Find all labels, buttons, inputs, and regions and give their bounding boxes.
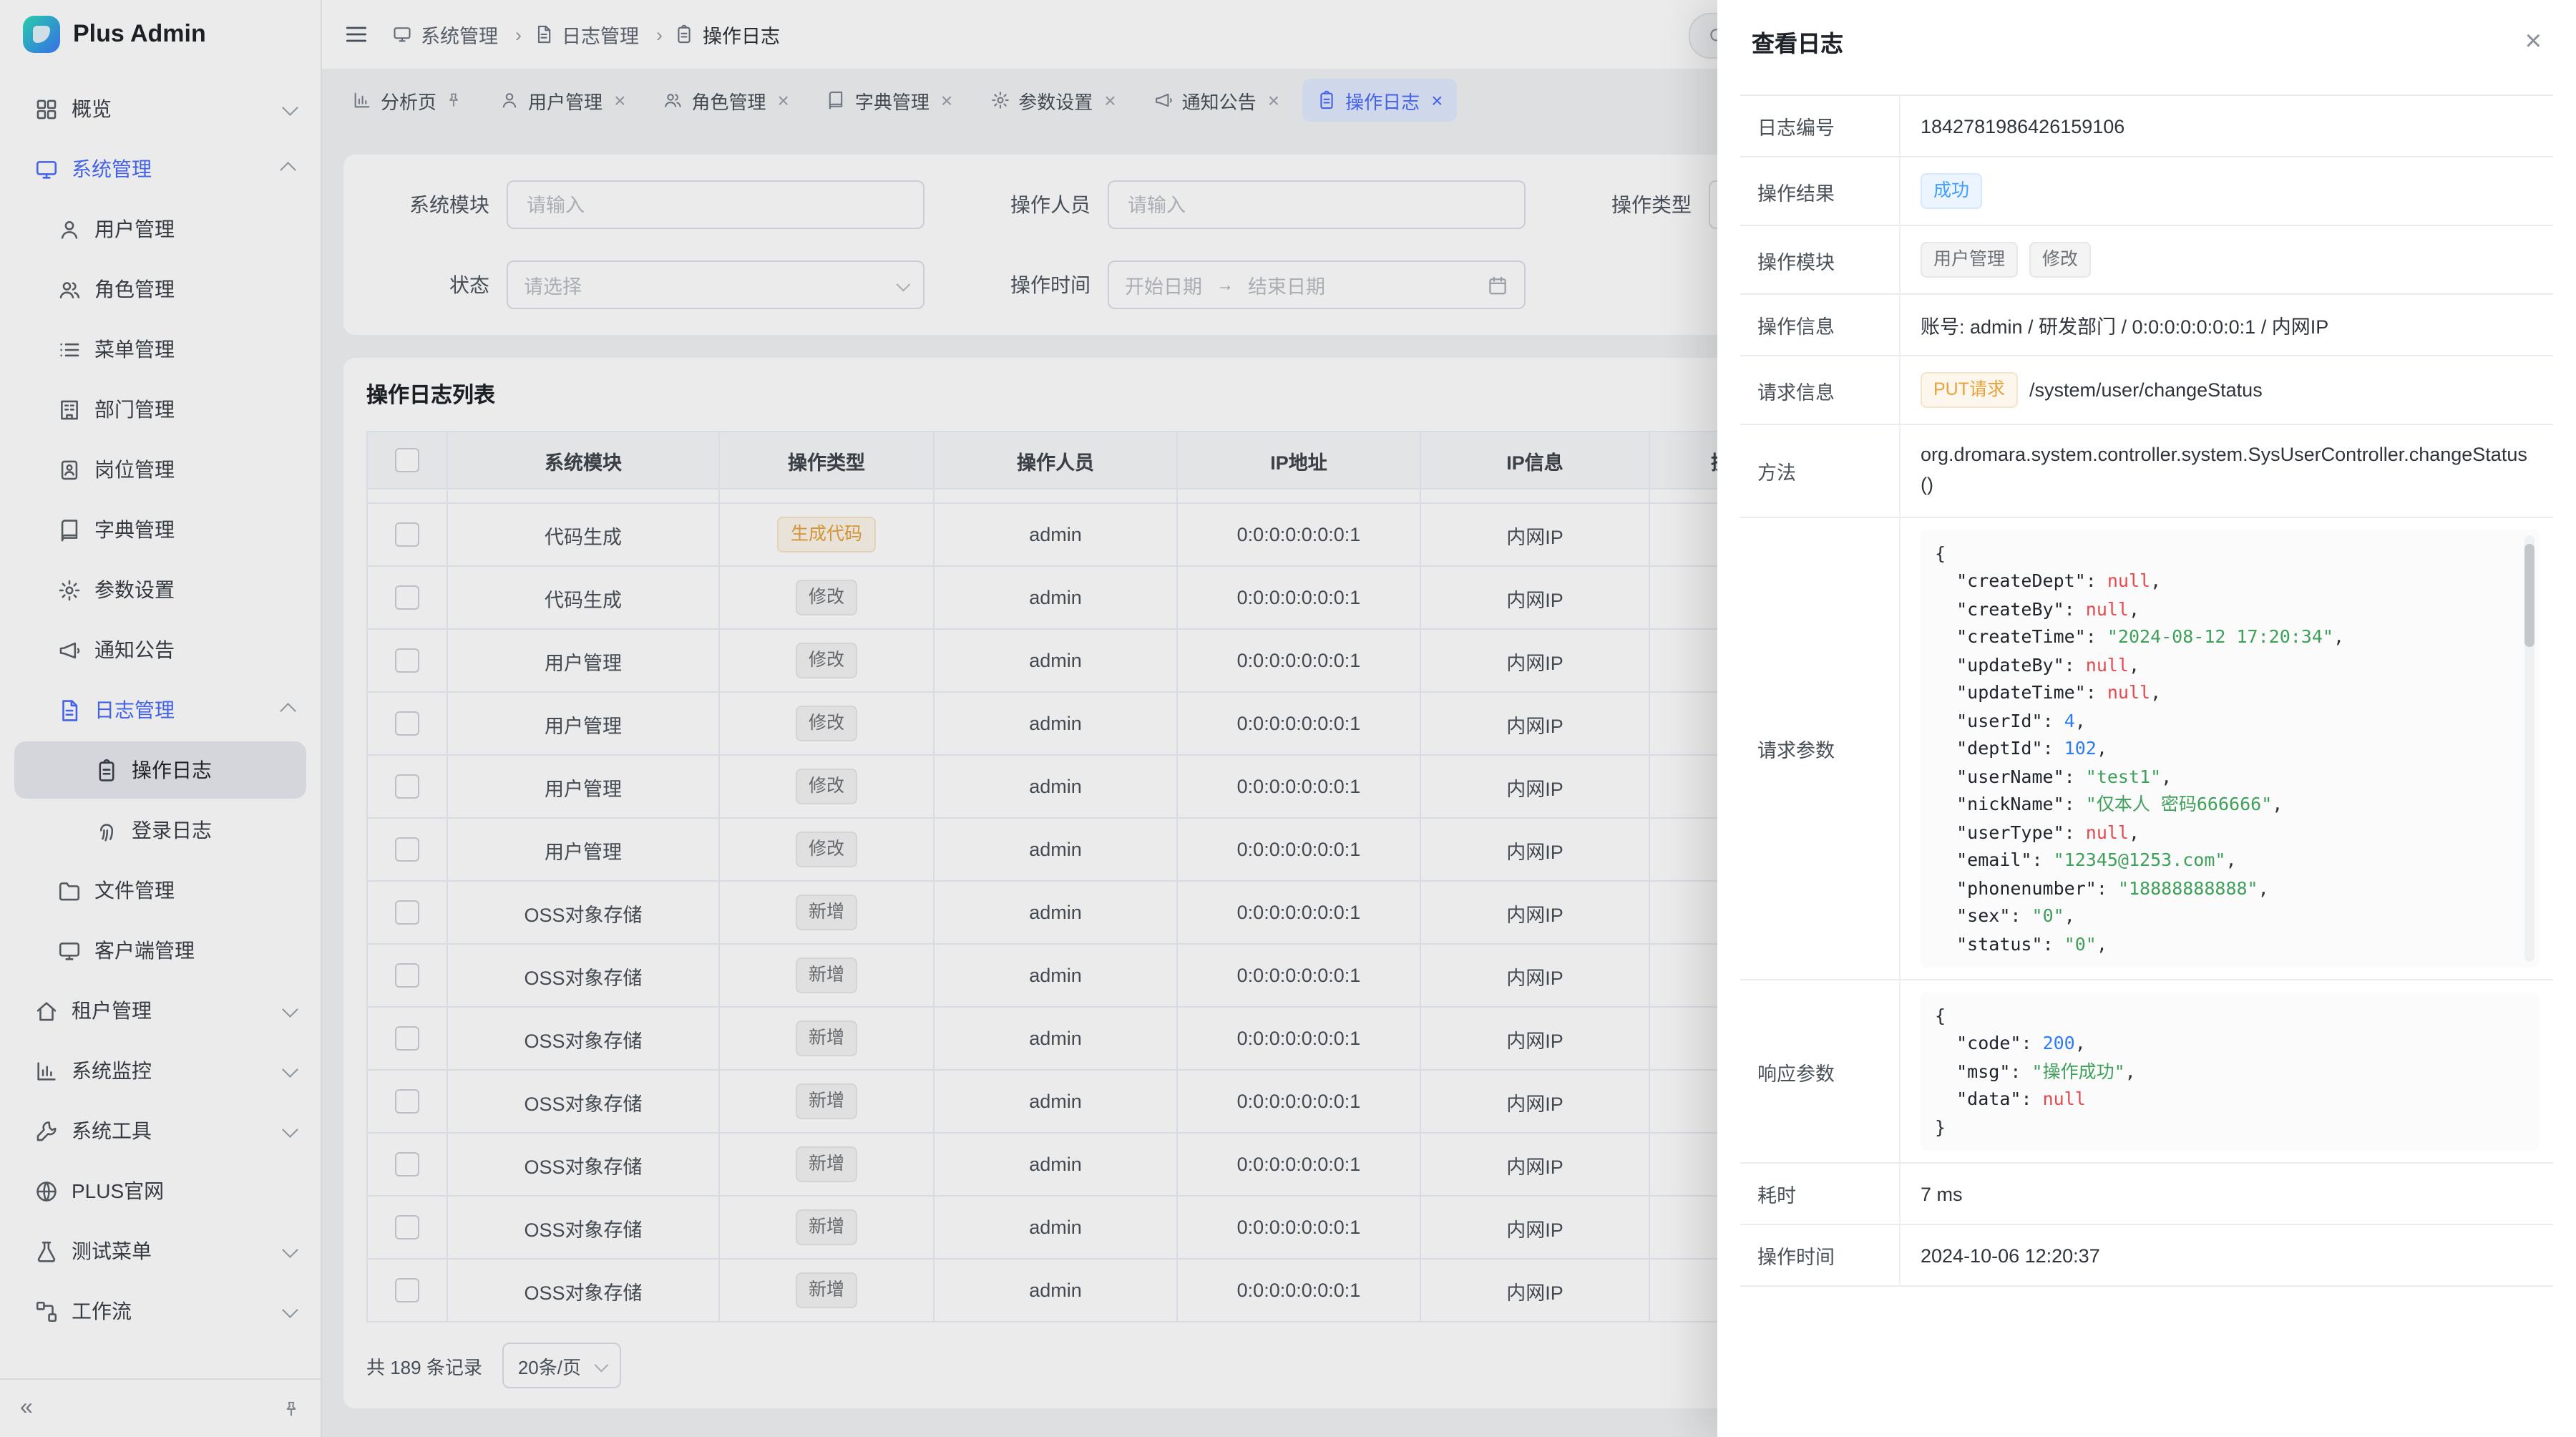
result-tag: 成功 — [1921, 173, 1982, 209]
cost-value: 7 ms — [1901, 1164, 2553, 1224]
detail-label: 操作信息 — [1740, 295, 1901, 355]
drawer-close-icon[interactable]: × — [2525, 27, 2542, 56]
detail-label: 请求参数 — [1740, 518, 1901, 979]
request-url: /system/user/changeStatus — [2029, 379, 2263, 401]
detail-row: 操作模块 用户管理修改 — [1740, 226, 2553, 295]
detail-row: 操作时间 2024-10-06 12:20:37 — [1740, 1226, 2553, 1287]
scrollbar-thumb[interactable] — [2524, 544, 2534, 647]
detail-row: 响应参数 { "code": 200, "msg": "操作成功", "data… — [1740, 980, 2553, 1164]
detail-row: 日志编号 1842781986426159106 — [1740, 96, 2553, 157]
detail-row: 操作结果 成功 — [1740, 157, 2553, 226]
detail-label: 请求信息 — [1740, 356, 1901, 424]
detail-row: 请求信息 PUT请求 /system/user/changeStatus — [1740, 356, 2553, 425]
operation-time-value: 2024-10-06 12:20:37 — [1901, 1226, 2553, 1286]
request-method-tag: PUT请求 — [1921, 372, 2018, 408]
detail-row: 请求参数 { "createDept": null, "createBy": n… — [1740, 518, 2553, 980]
module-tag: 用户管理 — [1921, 242, 2018, 278]
view-log-drawer: 查看日志 × 日志编号 1842781986426159106 操作结果 成功 … — [1717, 0, 2576, 1437]
detail-label: 操作模块 — [1740, 226, 1901, 293]
detail-label: 响应参数 — [1740, 980, 1901, 1163]
drawer-header: 查看日志 × — [1717, 0, 2576, 83]
scrollbar[interactable] — [2524, 535, 2534, 962]
log-id-value: 1842781986426159106 — [1901, 96, 2553, 156]
drawer-title: 查看日志 — [1752, 24, 1843, 59]
detail-label: 操作结果 — [1740, 157, 1901, 225]
detail-row: 耗时 7 ms — [1740, 1164, 2553, 1226]
module-tag: 修改 — [2029, 242, 2091, 278]
method-value: org.dromara.system.controller.system.Sys… — [1901, 425, 2553, 517]
detail-label: 日志编号 — [1740, 96, 1901, 156]
response-params-json: { "code": 200, "msg": "操作成功", "data": nu… — [1921, 992, 2539, 1151]
request-params-json: { "createDept": null, "createBy": null, … — [1921, 530, 2539, 968]
detail-label: 耗时 — [1740, 1164, 1901, 1224]
detail-label: 操作时间 — [1740, 1226, 1901, 1286]
app-window: Plus Admin 概览 系统管理 用户管理 — [0, 0, 2576, 1437]
log-details: 日志编号 1842781986426159106 操作结果 成功 操作模块 用户… — [1740, 94, 2553, 1287]
operation-info-value: 账号: admin / 研发部门 / 0:0:0:0:0:0:0:1 / 内网I… — [1901, 295, 2553, 355]
detail-row: 方法 org.dromara.system.controller.system.… — [1740, 425, 2553, 518]
detail-label: 方法 — [1740, 425, 1901, 517]
detail-row: 操作信息 账号: admin / 研发部门 / 0:0:0:0:0:0:0:1 … — [1740, 295, 2553, 356]
